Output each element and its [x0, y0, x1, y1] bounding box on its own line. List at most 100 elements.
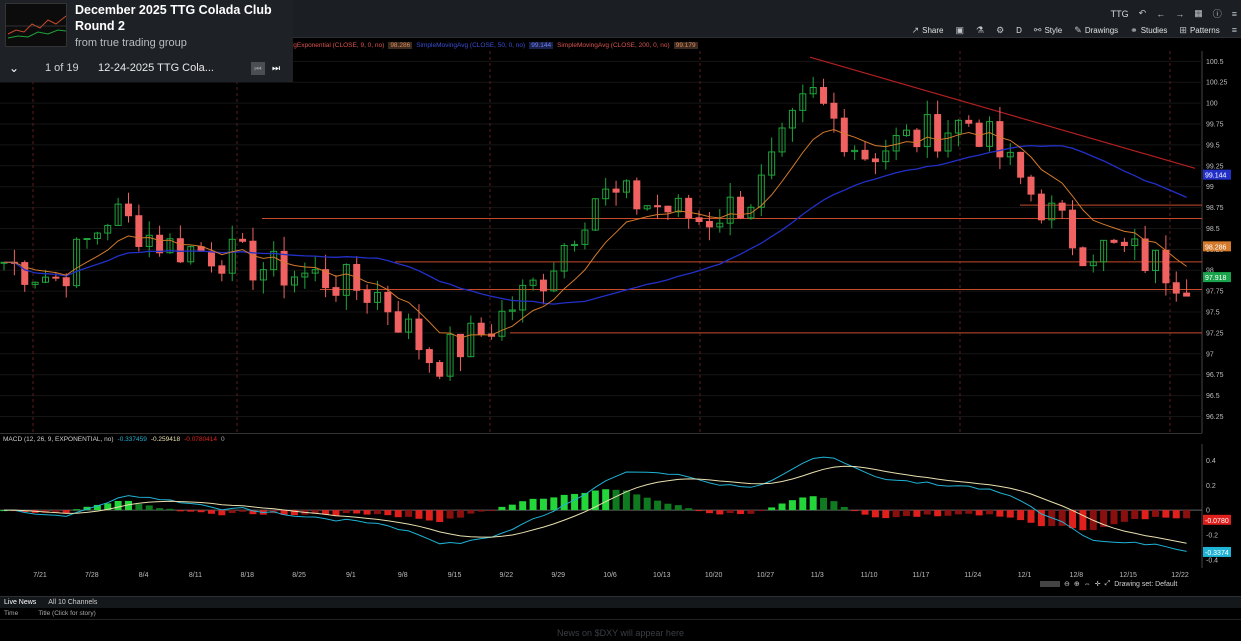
macd-histogram-bar: [363, 510, 371, 515]
macd-histogram-bar: [425, 510, 433, 521]
style-button[interactable]: ⚯ Style: [1034, 25, 1062, 36]
tab-live-news[interactable]: Live News: [4, 599, 36, 606]
macd-histogram-bar: [820, 497, 828, 511]
col-title[interactable]: Title (Click for story): [38, 610, 96, 617]
macd-histogram-bar: [903, 510, 911, 517]
menu-icon[interactable]: ≡: [1232, 9, 1237, 19]
date-tick-label: 10/27: [757, 572, 775, 579]
forward-arrow-icon[interactable]: →: [1175, 9, 1184, 19]
candle-body: [1120, 241, 1128, 247]
style-icon: ⚯: [1033, 24, 1042, 35]
price-badge-label: 99.144: [1205, 173, 1227, 180]
date-tick-label: 10/13: [653, 572, 671, 579]
macd-histogram-bar: [415, 510, 423, 519]
symbol-field[interactable]: TTG: [1111, 9, 1129, 19]
macd-histogram-bar: [394, 510, 402, 518]
candle-body: [685, 197, 693, 219]
price-tick-label: 97.25: [1206, 330, 1224, 337]
tab-all-channels[interactable]: All 10 Channels: [48, 599, 97, 606]
macd-histogram-bar: [892, 510, 900, 518]
candle-body: [1069, 209, 1077, 249]
date-tick-label: 8/18: [240, 572, 254, 579]
macd-tick-label: -0.4: [1206, 557, 1218, 564]
macd-histogram-bar: [788, 500, 796, 511]
candle-body: [415, 318, 423, 351]
save-icon: ▣: [955, 24, 964, 35]
candle-body: [654, 205, 662, 208]
toolbar-right-controls: TTG ↶ ← → ▦ ⓘ ≡: [1111, 7, 1237, 20]
share-button[interactable]: ↗ Share: [912, 25, 944, 36]
date-tick-label: 12/1: [1018, 572, 1032, 579]
drawings-button[interactable]: ✎ Drawings: [1074, 25, 1118, 36]
candle-body: [1162, 249, 1170, 284]
date-tick-label: 9/1: [346, 572, 356, 579]
skip-next-icon[interactable]: ⏭: [270, 62, 282, 75]
video-thumbnail[interactable]: [5, 3, 67, 47]
candle-body: [695, 217, 703, 222]
price-tick-label: 100: [1206, 101, 1218, 108]
playlist-author[interactable]: from true trading group: [75, 37, 187, 49]
style-label: Style: [1044, 25, 1063, 35]
expand-icon[interactable]: ⇔: [1084, 581, 1091, 588]
news-empty-message: News on $DXY will appear here: [557, 628, 684, 638]
settings-button[interactable]: ⚙: [996, 25, 1004, 36]
col-time[interactable]: Time: [4, 610, 18, 617]
pan-icon[interactable]: ⤢: [1105, 580, 1111, 588]
sma50-label[interactable]: SimpleMovingAvg (CLOSE, 50, 0, no): [416, 42, 525, 49]
chevron-down-icon[interactable]: ⌄: [9, 61, 19, 75]
candle-body: [871, 158, 879, 163]
zoom-out-icon[interactable]: ⊖: [1064, 580, 1070, 588]
candle-body: [280, 250, 288, 286]
back-arrow-icon[interactable]: ←: [1156, 9, 1165, 19]
price-tick-label: 100.5: [1206, 59, 1224, 66]
patterns-button[interactable]: ⊞ Patterns: [1179, 25, 1219, 36]
macd-histogram-bar: [539, 498, 547, 511]
candle-body: [425, 349, 433, 364]
date-tick-label: 11/24: [964, 572, 981, 579]
macd-histogram-bar: [571, 493, 579, 511]
sma200-label[interactable]: SimpleMovingAvg (CLOSE, 200, 0, no): [557, 42, 670, 49]
skip-previous-icon[interactable]: ⏮: [251, 62, 265, 75]
candle-body: [135, 215, 143, 247]
price-tick-label: 98.75: [1206, 205, 1224, 212]
crosshair-icon[interactable]: ✛: [1095, 580, 1101, 588]
scrollbar-thumb[interactable]: [1040, 581, 1060, 587]
undo-icon[interactable]: ↶: [1139, 8, 1147, 19]
ema-label[interactable]: vgExponential (CLOSE, 9, 0, no): [290, 42, 384, 49]
macd-histogram-bar: [851, 510, 859, 512]
candle-body: [83, 238, 91, 241]
price-badge-label: 97.918: [1205, 275, 1227, 282]
macd-value: -0.337459: [117, 435, 147, 443]
macd-histogram-bar: [135, 504, 143, 511]
macd-histogram-bar: [73, 509, 81, 511]
menu-icon[interactable]: ≡: [1232, 25, 1237, 35]
macd-label[interactable]: MACD (12, 26, 9, EXPONENTIAL, no): [3, 436, 114, 443]
playlist-current-item[interactable]: 12-24-2025 TTG Cola...: [98, 62, 214, 74]
candle-body: [477, 322, 485, 335]
studies-button[interactable]: ⚭ Studies: [1130, 25, 1167, 36]
alert-icon[interactable]: ⓘ: [1213, 7, 1222, 20]
macd-histogram-bar: [384, 510, 392, 516]
candle-body: [436, 362, 444, 377]
drawing-set-label[interactable]: Drawing set: Default: [1114, 581, 1177, 588]
candle-body: [1141, 238, 1149, 272]
macd-histogram-bar: [488, 510, 496, 512]
candle-body: [249, 240, 257, 281]
save-button[interactable]: ▣: [955, 25, 964, 36]
gear-icon: ⚙: [996, 24, 1005, 35]
macd-chart[interactable]: 0.4 0.2 0 -0.2 -0.4 -0.0780 -0.3374: [0, 444, 1241, 568]
date-tick-label: 8/4: [139, 572, 149, 579]
macd-histogram-bar: [436, 510, 444, 523]
price-tick-label: 96.75: [1206, 372, 1224, 379]
zoom-in-icon[interactable]: ⊕: [1074, 580, 1080, 588]
macd-histogram-bar: [477, 510, 485, 512]
grid-icon[interactable]: ▦: [1194, 8, 1203, 19]
ema-value: 98.286: [388, 41, 413, 49]
timeframe-button[interactable]: D: [1016, 26, 1022, 35]
macd-histogram-bar: [1120, 510, 1128, 522]
thumbnail-chart: [6, 4, 66, 46]
macd-histogram-bar: [633, 494, 641, 511]
price-chart[interactable]: 100.5 100.25 100 99.75 99.5 99.25 99 98.75 98.5 9…: [0, 51, 1241, 433]
macd-histogram-bar: [1152, 510, 1160, 517]
flask-button[interactable]: ⚗: [976, 25, 984, 36]
